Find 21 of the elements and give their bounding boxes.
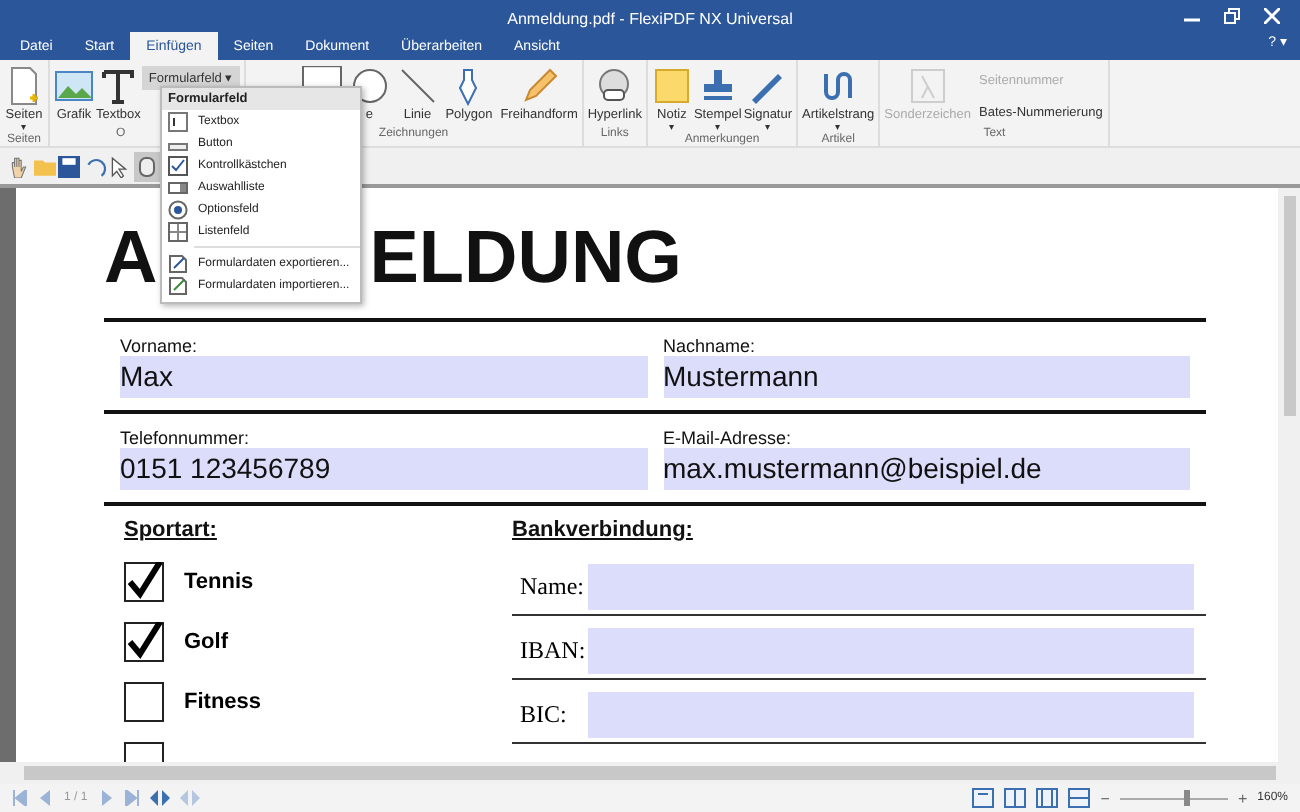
field-label: Nachname: xyxy=(663,335,758,356)
checkbox-label: Fitness xyxy=(184,689,262,714)
zoom-in-button[interactable]: + xyxy=(1237,789,1248,807)
field-label: Vorname: xyxy=(120,335,200,356)
document-heading: A xyxy=(104,216,158,302)
zoom-out-button[interactable]: − xyxy=(1100,789,1110,807)
field-label: BIC: xyxy=(520,699,569,730)
field-label: Name: xyxy=(520,571,586,602)
field-label: Telefonnummer: xyxy=(120,427,252,448)
input-field[interactable]: Max xyxy=(120,355,647,398)
section-heading: Bankverbindung: xyxy=(512,517,693,542)
field-label: IBAN: xyxy=(520,635,588,666)
checkbox-label: Golf xyxy=(184,629,228,654)
input-field[interactable]: 0151 123456789 xyxy=(120,447,647,490)
checkbox-label: Tennis xyxy=(184,569,254,594)
input-field[interactable]: max.mustermann@beispiel.de xyxy=(663,447,1190,490)
window-title: Anmeldung.pdf - FlexiPDF NX Universal xyxy=(507,9,793,27)
input-field[interactable]: Mustermann xyxy=(663,355,1190,398)
document-heading: ELDUNG xyxy=(369,216,682,302)
section-heading: Sportart: xyxy=(124,517,217,542)
field-label: E-Mail-Adresse: xyxy=(663,427,794,448)
